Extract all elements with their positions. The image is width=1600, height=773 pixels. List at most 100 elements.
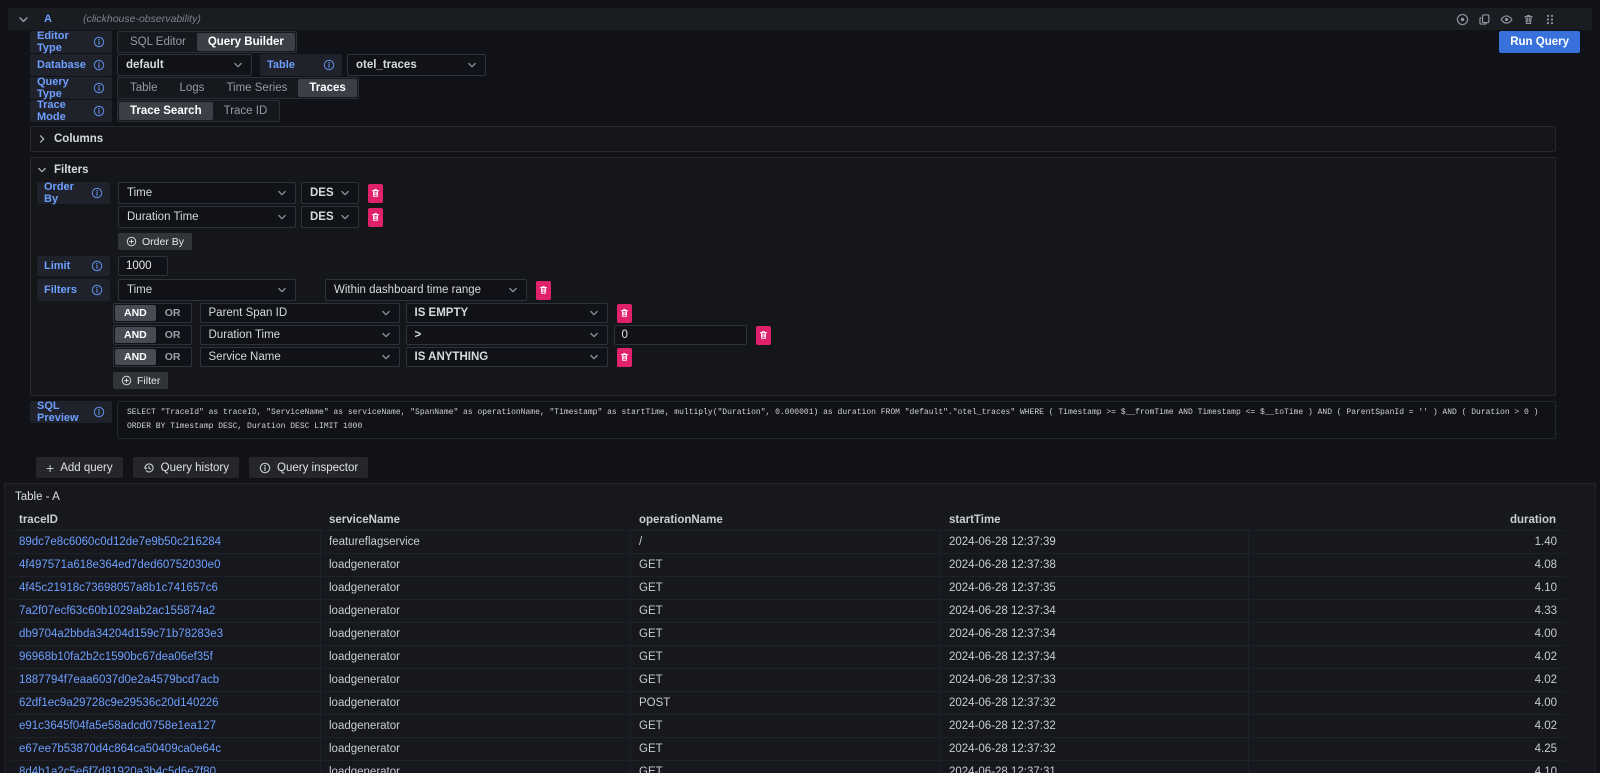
add-order-by-button[interactable]: Order By [118, 233, 192, 250]
filter-operator-select[interactable]: > [406, 325, 608, 345]
editor-type-option-sql-editor[interactable]: SQL Editor [119, 33, 197, 51]
duration-cell: 4.08 [1249, 554, 1565, 576]
filter-field-select[interactable]: Duration Time [200, 325, 400, 345]
columns-section-header[interactable]: Columns [37, 130, 1549, 147]
trace-id-link[interactable]: e67ee7b53870d4c864ca50409ca0e64c [11, 738, 321, 760]
conjunction-or[interactable]: OR [156, 327, 190, 343]
query-type-option-traces[interactable]: Traces [298, 79, 356, 97]
info-icon[interactable] [93, 406, 105, 418]
info-circle-icon [259, 462, 271, 474]
trace-id-link[interactable]: 89dc7e8c6060c0d12de7e9b50c216284 [11, 531, 321, 553]
sql-preview-text: SELECT "TraceId" as traceID, "ServiceNam… [117, 401, 1556, 439]
add-filter-label: Filter [137, 375, 160, 387]
trace-id-link[interactable]: 4f497571a618e364ed7ded60752030e0 [11, 554, 321, 576]
operation-name-cell: GET [631, 577, 941, 599]
info-icon[interactable] [323, 59, 335, 71]
trace-id-link[interactable]: 62df1ec9a29728c9e29536c20d140226 [11, 692, 321, 714]
trace-id-link[interactable]: 4f45c21918c73698057a8b1c741657c6 [11, 577, 321, 599]
info-icon[interactable] [91, 284, 103, 296]
info-icon[interactable] [91, 260, 103, 272]
database-select[interactable]: default [117, 54, 252, 76]
table-row: 1887794f7eaa6037d0e2a4579bcd7acb loadgen… [11, 669, 1565, 692]
panel-title[interactable]: Table - A [5, 484, 1595, 509]
order-by-direction-select[interactable]: DESC [301, 182, 359, 204]
column-header-operation-name[interactable]: operationName [631, 509, 941, 530]
order-by-direction-select[interactable]: DESC [301, 206, 359, 228]
add-filter-button[interactable]: Filter [113, 372, 168, 389]
query-toolbar: + Add query Query history Query inspecto… [36, 457, 1556, 478]
info-icon[interactable] [93, 82, 105, 94]
info-icon[interactable] [93, 105, 105, 117]
trace-id-link[interactable]: 96968b10fa2b2c1590bc67dea06ef35f [11, 646, 321, 668]
collapse-chevron-down-icon[interactable] [18, 14, 29, 25]
chevron-down-icon [381, 308, 391, 318]
remove-order-by-button[interactable] [368, 184, 383, 203]
table-body: 89dc7e8c6060c0d12de7e9b50c216284 feature… [11, 531, 1565, 773]
table-row: 89dc7e8c6060c0d12de7e9b50c216284 feature… [11, 531, 1565, 554]
remove-query-trash-icon[interactable] [1522, 13, 1535, 26]
conjunction-and[interactable]: AND [115, 305, 156, 321]
query-type-option-time-series[interactable]: Time Series [215, 79, 298, 97]
conjunction-or[interactable]: OR [156, 349, 190, 365]
table-row: db9704a2bbda34204d159c71b78283e3 loadgen… [11, 623, 1565, 646]
remove-order-by-button[interactable] [368, 208, 383, 227]
remove-filter-button[interactable] [756, 326, 771, 345]
trace-id-link[interactable]: 8d4b1a2c5e6f7d81920a3b4c5d6e7f80 [11, 761, 321, 773]
conjunction-and[interactable]: AND [115, 349, 156, 365]
limit-input[interactable] [118, 256, 168, 276]
filter-field-select[interactable]: Time [118, 279, 296, 301]
filter-field-select[interactable]: Service Name [200, 347, 400, 367]
query-type-option-table[interactable]: Table [119, 79, 169, 97]
filters-section-header[interactable]: Filters [37, 161, 1549, 178]
filters-section-title: Filters [54, 164, 89, 176]
info-icon[interactable] [93, 36, 105, 48]
filter-operator-select[interactable]: IS EMPTY [406, 303, 608, 323]
add-query-button[interactable]: + Add query [36, 457, 123, 478]
hide-query-eye-icon[interactable] [1500, 13, 1513, 26]
service-name-cell: loadgenerator [321, 715, 631, 737]
conjunction-and[interactable]: AND [115, 327, 156, 343]
chevron-down-icon [381, 330, 391, 340]
database-table-row: Database default Table otel_traces [30, 54, 1556, 76]
trace-id-link[interactable]: db9704a2bbda34204d159c71b78283e3 [11, 623, 321, 645]
trace-mode-group: Trace Search Trace ID [117, 100, 280, 122]
query-type-option-logs[interactable]: Logs [169, 79, 216, 97]
drag-handle-icon[interactable] [1544, 13, 1556, 26]
info-icon[interactable] [93, 59, 105, 71]
filter-operator-select[interactable]: IS ANYTHING [406, 347, 608, 367]
query-type-label: Query Type [30, 77, 112, 99]
operation-name-cell: GET [631, 761, 941, 773]
order-by-field-select[interactable]: Time [118, 182, 296, 204]
query-ref-id[interactable]: A [44, 13, 52, 25]
query-type-row: Query Type Table Logs Time Series Traces [30, 77, 1556, 99]
column-header-service-name[interactable]: serviceName [321, 509, 631, 530]
conjunction-or[interactable]: OR [156, 305, 190, 321]
trace-id-link[interactable]: 1887794f7eaa6037d0e2a4579bcd7acb [11, 669, 321, 691]
order-by-label-text: Order By [44, 181, 91, 205]
column-header-trace-id[interactable]: traceID [11, 509, 321, 530]
duplicate-query-icon[interactable] [1478, 13, 1491, 26]
table-select[interactable]: otel_traces [347, 54, 486, 76]
remove-filter-button[interactable] [617, 304, 632, 323]
order-by-field-select[interactable]: Duration Time [118, 206, 296, 228]
trace-mode-option-trace-search[interactable]: Trace Search [119, 102, 213, 120]
filter-field-select[interactable]: Parent Span ID [200, 303, 400, 323]
remove-filter-button[interactable] [536, 281, 551, 300]
query-type-label-text: Query Type [37, 76, 93, 100]
filter-value-input[interactable] [614, 325, 747, 345]
trace-id-link[interactable]: e91c3645f04fa5e58adcd0758e1ea127 [11, 715, 321, 737]
query-inspector-button[interactable]: Query inspector [249, 457, 368, 478]
editor-type-label-text: Editor Type [37, 30, 93, 54]
remove-filter-button[interactable] [617, 348, 632, 367]
filter-operator-select[interactable]: Within dashboard time range [325, 279, 527, 301]
trace-mode-option-trace-id[interactable]: Trace ID [213, 102, 279, 120]
info-icon[interactable] [91, 187, 103, 199]
service-name-cell: loadgenerator [321, 646, 631, 668]
trace-id-link[interactable]: 7a2f07ecf63c60b1029ab2ac155874a2 [11, 600, 321, 622]
column-header-duration[interactable]: duration [1249, 509, 1565, 530]
column-header-start-time[interactable]: startTime [941, 509, 1249, 530]
circle-dot-icon[interactable] [1456, 13, 1469, 26]
editor-type-option-query-builder[interactable]: Query Builder [197, 33, 295, 51]
query-history-button[interactable]: Query history [133, 457, 239, 478]
table-row: 96968b10fa2b2c1590bc67dea06ef35f loadgen… [11, 646, 1565, 669]
